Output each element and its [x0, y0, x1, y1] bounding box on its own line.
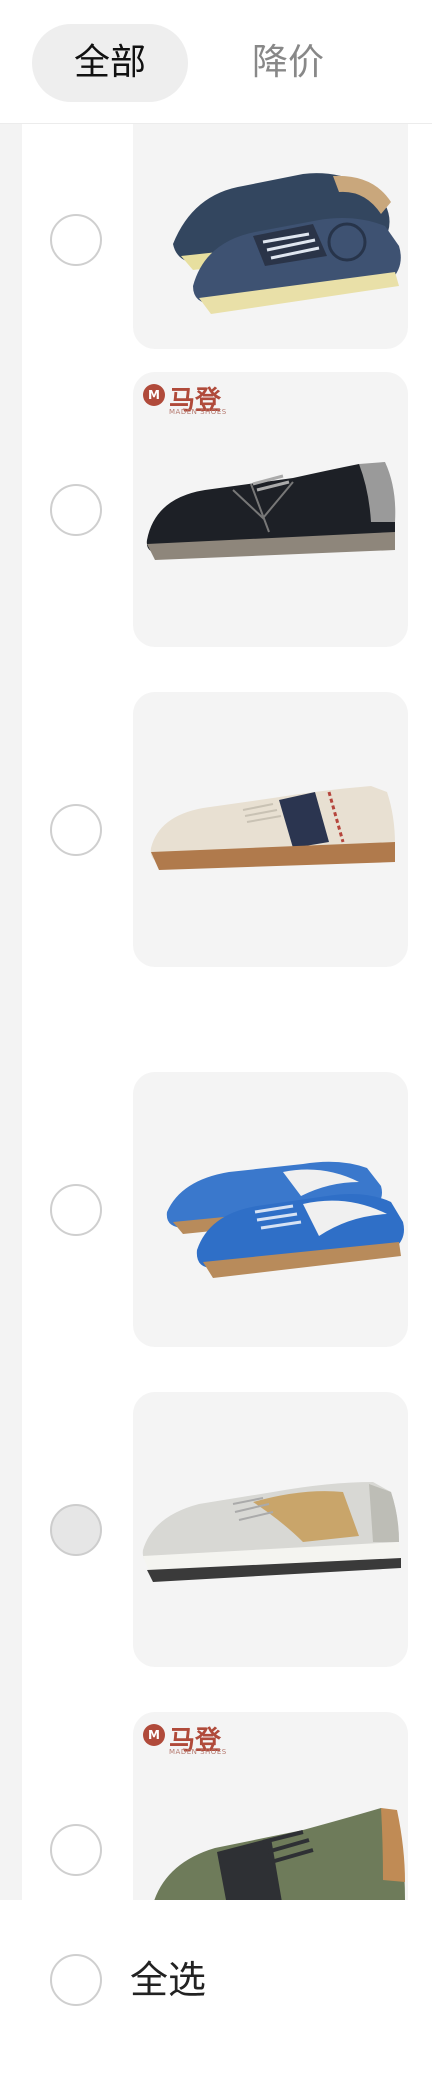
product-thumbnail[interactable] — [133, 1072, 408, 1347]
item-select-radio[interactable] — [50, 1184, 102, 1236]
product-thumbnail[interactable]: M 马登 MADEN SHOES — [133, 372, 408, 647]
tab-price-drop[interactable]: 降价 — [228, 24, 348, 102]
product-thumbnail[interactable] — [133, 1392, 408, 1667]
product-thumbnail[interactable]: M 马登 MADEN SHOES — [133, 1712, 408, 1900]
item-select-radio[interactable] — [50, 804, 102, 856]
product-list[interactable]: M 马登 MADEN SHOES M 马登 MADEN SHOES — [22, 124, 432, 1900]
select-all-radio[interactable] — [50, 1954, 102, 2006]
item-select-radio[interactable] — [50, 1824, 102, 1876]
item-select-radio[interactable] — [50, 214, 102, 266]
product-thumbnail[interactable] — [133, 124, 408, 349]
select-all-label[interactable]: 全选 — [130, 1954, 206, 2006]
sneaker-image-1 — [173, 173, 401, 314]
bottom-bar: 全选 — [0, 1900, 432, 2086]
tab-bar: 全部 降价 — [0, 0, 432, 124]
item-select-radio[interactable] — [50, 484, 102, 536]
sneaker-image-5 — [142, 1482, 401, 1582]
sneaker-image-4 — [166, 1161, 404, 1278]
brand-subtitle: MADEN SHOES — [169, 1748, 227, 1756]
item-select-radio[interactable] — [50, 1504, 102, 1556]
product-thumbnail[interactable] — [133, 692, 408, 967]
brand-mark-icon: M — [143, 384, 165, 406]
sneaker-image-3 — [150, 786, 395, 870]
brand-mark-icon: M — [143, 1724, 165, 1746]
brand-subtitle: MADEN SHOES — [169, 408, 227, 416]
tab-all[interactable]: 全部 — [32, 24, 188, 102]
